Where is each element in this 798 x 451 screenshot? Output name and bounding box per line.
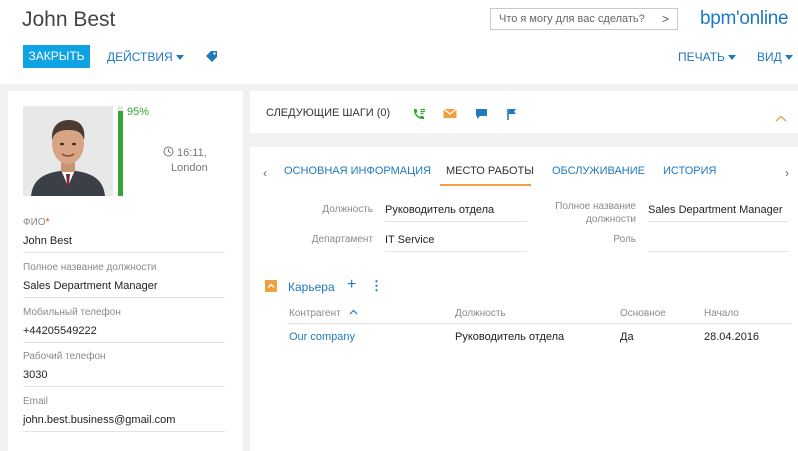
- role-label: Роль: [613, 234, 636, 245]
- tab-history[interactable]: ИСТОРИЯ: [663, 165, 716, 177]
- print-label: ПЕЧАТЬ: [678, 50, 725, 64]
- print-menu-button[interactable]: ПЕЧАТЬ: [678, 50, 736, 64]
- full-name-input[interactable]: John Best: [23, 235, 225, 253]
- column-header-position[interactable]: Должность: [455, 308, 506, 319]
- work-phone-label: Рабочий телефон: [23, 351, 106, 362]
- chat-icon[interactable]: [475, 108, 488, 123]
- view-menu-button[interactable]: ВИД: [757, 50, 793, 64]
- career-row-start-date: 28.04.2016: [704, 331, 760, 343]
- column-header-account[interactable]: Контрагент: [289, 308, 358, 319]
- page-title: John Best: [22, 8, 116, 31]
- column-header-start[interactable]: Начало: [704, 308, 739, 319]
- active-tab-indicator: [440, 184, 531, 186]
- table-header-divider: [287, 323, 792, 324]
- more-options-icon[interactable]: ⋮: [370, 278, 383, 294]
- close-button[interactable]: ЗАКРЫТЬ: [23, 45, 90, 68]
- city-value: London: [171, 162, 208, 174]
- email-field[interactable]: Email john.best.business@gmail.com: [23, 396, 225, 432]
- view-label: ВИД: [757, 50, 782, 64]
- career-row-position: Руководитель отдела: [455, 331, 565, 343]
- email-label: Email: [23, 396, 49, 407]
- search-input[interactable]: [491, 9, 651, 29]
- mobile-phone-field[interactable]: Мобильный телефон +44205549222: [23, 307, 225, 343]
- tabs-scroll-right-icon[interactable]: ›: [785, 166, 789, 180]
- profile-card: 95% 16:11, London ФИО* John Best Полное …: [8, 91, 243, 451]
- career-collapse-icon[interactable]: [265, 280, 277, 292]
- column-header-primary[interactable]: Основное: [620, 308, 666, 319]
- career-row-account-link[interactable]: Our company: [289, 331, 355, 343]
- position-input[interactable]: Руководитель отдела: [385, 204, 527, 222]
- department-label: Департамент: [311, 234, 373, 245]
- caret-down-icon: [727, 55, 736, 61]
- tab-workplace[interactable]: МЕСТО РАБОТЫ: [446, 165, 534, 177]
- search-box[interactable]: >: [490, 8, 678, 30]
- full-name-label: ФИО*: [23, 217, 50, 228]
- email-icon[interactable]: [443, 108, 457, 122]
- actions-label: ДЕЙСТВИЯ: [107, 50, 173, 64]
- caret-down-icon: [175, 55, 184, 61]
- job-title-label: Полное название должности: [23, 262, 157, 273]
- flag-icon[interactable]: [506, 108, 518, 124]
- career-row-primary: Да: [620, 331, 634, 343]
- caret-down-icon: [784, 55, 793, 61]
- clock-icon: [163, 146, 174, 157]
- mobile-phone-input[interactable]: +44205549222: [23, 325, 225, 343]
- tab-basic-info[interactable]: ОСНОВНАЯ ИНФОРМАЦИЯ: [284, 165, 431, 177]
- collapse-chevron-up-icon[interactable]: [775, 113, 787, 125]
- add-icon[interactable]: +: [347, 276, 356, 294]
- position-label: Должность: [322, 204, 373, 215]
- profile-completeness-fill: [118, 110, 123, 196]
- bpmonline-logo: bpm'online: [700, 8, 789, 29]
- sort-ascending-icon: [349, 309, 357, 315]
- job-title-input[interactable]: Sales Department Manager: [23, 280, 225, 298]
- required-marker: *: [45, 217, 50, 228]
- next-steps-label[interactable]: СЛЕДУЮЩИЕ ШАГИ (0): [266, 107, 390, 119]
- work-phone-field[interactable]: Рабочий телефон 3030: [23, 351, 225, 387]
- profile-completeness-value: 95%: [127, 106, 150, 118]
- next-steps-panel: СЛЕДУЮЩИЕ ШАГИ (0): [250, 91, 798, 133]
- local-time: 16:11,: [163, 146, 207, 159]
- tab-service[interactable]: ОБСЛУЖИВАНИЕ: [552, 165, 645, 177]
- time-value: 16:11,: [177, 147, 207, 159]
- details-panel: ‹ ОСНОВНАЯ ИНФОРМАЦИЯ МЕСТО РАБОТЫ ОБСЛУ…: [250, 147, 798, 451]
- tabs-scroll-left-icon[interactable]: ‹: [263, 166, 267, 180]
- profile-completeness-bar: [118, 106, 123, 196]
- contact-photo[interactable]: [23, 106, 113, 196]
- actions-menu-button[interactable]: ДЕЙСТВИЯ: [107, 50, 184, 64]
- job-title-field[interactable]: Полное название должности Sales Departme…: [23, 262, 225, 298]
- tag-icon[interactable]: [205, 50, 218, 66]
- role-input[interactable]: [648, 234, 788, 252]
- full-name-field[interactable]: ФИО* John Best: [23, 217, 225, 253]
- career-section-title[interactable]: Карьера: [288, 280, 335, 294]
- phone-icon[interactable]: [412, 108, 426, 124]
- full-title-label: Полное название должности: [555, 201, 636, 225]
- work-phone-input[interactable]: 3030: [23, 369, 225, 387]
- chevron-right-icon[interactable]: >: [662, 12, 669, 26]
- mobile-phone-label: Мобильный телефон: [23, 307, 121, 318]
- full-title-input[interactable]: Sales Department Manager: [648, 204, 788, 222]
- department-input[interactable]: IT Service: [385, 234, 527, 252]
- email-input[interactable]: john.best.business@gmail.com: [23, 414, 225, 432]
